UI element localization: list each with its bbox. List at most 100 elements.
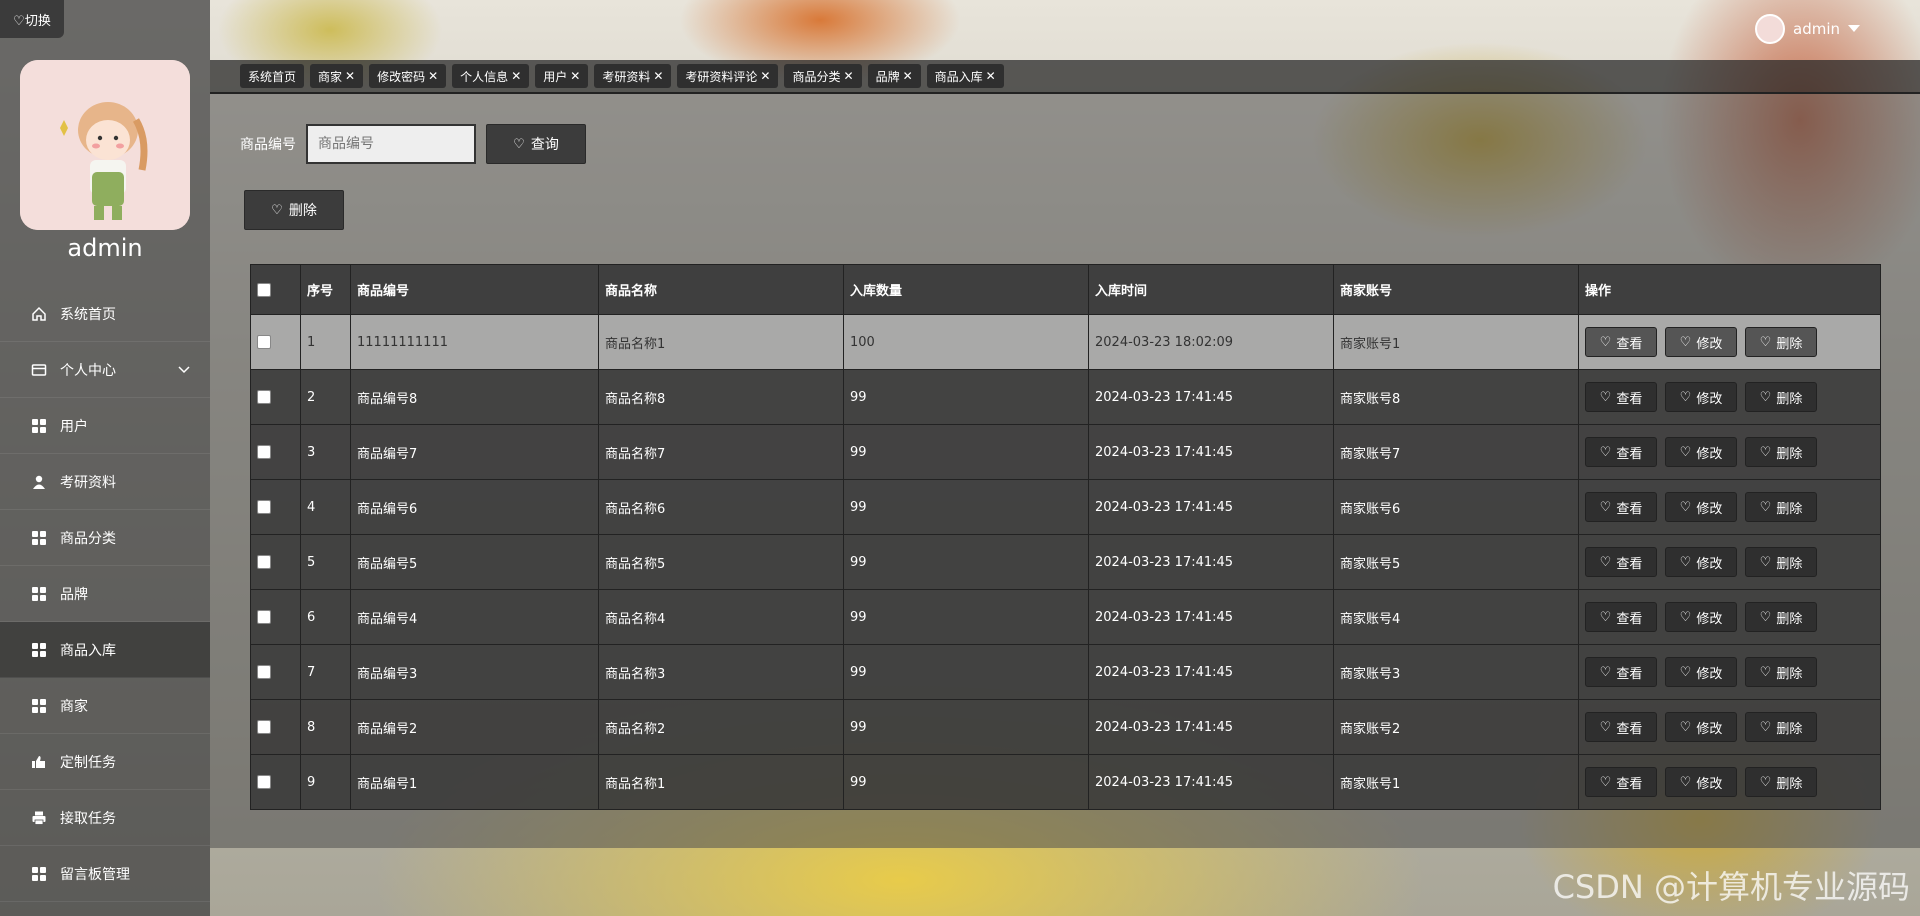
tab-product-stock-in[interactable]: 商品入库 ✕ [926,64,1004,88]
close-icon[interactable]: ✕ [986,69,996,83]
delete-row-button[interactable]: ♡ 删除 [1745,712,1817,742]
table-row[interactable]: 6 商品编号4 商品名称4 99 2024-03-23 17:41:45 商家账号4 ♡ 查看… [250,589,1881,645]
view-button[interactable]: ♡ 查看 [1585,767,1657,797]
sidebar-item-accepted-tasks[interactable]: 接取任务 [0,790,210,846]
sidebar-item-product-stock-in[interactable]: 商品入库 [0,622,210,678]
action-label: 查看 [1616,721,1643,737]
sidebar-item-message-board[interactable]: 留言板管理 [0,846,210,902]
edit-button[interactable]: ♡ 修改 [1665,382,1737,412]
heart-icon: ♡ [1599,609,1612,625]
heart-icon: ♡ [1759,444,1772,460]
sidebar-item-exam-materials[interactable]: 考研资料 [0,454,210,510]
actions-cell: ♡ 查看 ♡ 修改 ♡ 删除 [1578,369,1881,425]
table-cell: 商品编号8 [350,369,599,425]
close-icon[interactable]: ✕ [428,69,438,83]
row-checkbox[interactable] [257,610,271,624]
close-icon[interactable]: ✕ [570,69,580,83]
view-button[interactable]: ♡ 查看 [1585,712,1657,742]
sidebar-item-label: 考研资料 [60,474,116,491]
heart-icon: ♡ [1599,444,1612,460]
sidebar-item-brand[interactable]: 品牌 [0,566,210,622]
edit-button[interactable]: ♡ 修改 [1665,437,1737,467]
sidebar-item-home[interactable]: 系统首页 [0,286,210,342]
table-row[interactable]: 2 商品编号8 商品名称8 99 2024-03-23 17:41:45 商家账号8 ♡ 查看… [250,369,1881,425]
view-button[interactable]: ♡ 查看 [1585,547,1657,577]
thumb-icon [30,753,48,771]
sidebar-item-merchant[interactable]: 商家 [0,678,210,734]
table-row[interactable]: 5 商品编号5 商品名称5 99 2024-03-23 17:41:45 商家账号5 ♡ 查看… [250,534,1881,590]
edit-button[interactable]: ♡ 修改 [1665,767,1737,797]
row-checkbox[interactable] [257,775,271,789]
close-icon[interactable]: ✕ [903,69,913,83]
search-input[interactable] [306,124,476,164]
view-button[interactable]: ♡ 查看 [1585,382,1657,412]
select-all-checkbox[interactable] [257,282,271,297]
edit-button[interactable]: ♡ 修改 [1665,492,1737,522]
row-checkbox[interactable] [257,500,271,514]
close-icon[interactable]: ✕ [760,69,770,83]
delete-row-button[interactable]: ♡ 删除 [1745,327,1817,357]
delete-button[interactable]: ♡ 删除 [244,190,344,230]
view-button[interactable]: ♡ 查看 [1585,437,1657,467]
view-button[interactable]: ♡ 查看 [1585,492,1657,522]
top-bar: admin [210,0,1920,60]
row-checkbox[interactable] [257,665,271,679]
delete-row-button[interactable]: ♡ 删除 [1745,382,1817,412]
action-label: 删除 [1776,611,1803,627]
view-button[interactable]: ♡ 查看 [1585,657,1657,687]
row-checkbox[interactable] [257,555,271,569]
sidebar-item-users[interactable]: 用户 [0,398,210,454]
tab-brand[interactable]: 品牌 ✕ [867,64,921,88]
edit-button[interactable]: ♡ 修改 [1665,657,1737,687]
table-row[interactable]: 9 商品编号1 商品名称1 99 2024-03-23 17:41:45 商家账号1 ♡ 查看… [250,754,1881,810]
tab-home[interactable]: 系统首页 [240,64,305,88]
sidebar-item-product-category[interactable]: 商品分类 [0,510,210,566]
delete-row-button[interactable]: ♡ 删除 [1745,767,1817,797]
delete-row-button[interactable]: ♡ 删除 [1745,437,1817,467]
tab-merchant[interactable]: 商家 ✕ [310,64,364,88]
sidebar-item-personal-center[interactable]: 个人中心 [0,342,210,398]
delete-row-button[interactable]: ♡ 删除 [1745,547,1817,577]
table-row[interactable]: 1 11111111111 商品名称1 100 2024-03-23 18:02:09 商… [250,314,1881,370]
view-button[interactable]: ♡ 查看 [1585,327,1657,357]
table-row[interactable]: 3 商品编号7 商品名称7 99 2024-03-23 17:41:45 商家账号7 ♡ 查看… [250,424,1881,480]
delete-row-button[interactable]: ♡ 删除 [1745,492,1817,522]
delete-row-button[interactable]: ♡ 删除 [1745,657,1817,687]
close-icon[interactable]: ✕ [345,69,355,83]
chevron-down-icon [178,363,190,377]
action-label: 查看 [1616,666,1643,682]
row-checkbox[interactable] [257,335,271,349]
heart-icon: ♡ [1759,389,1772,405]
close-icon[interactable]: ✕ [653,69,663,83]
close-icon[interactable]: ✕ [844,69,854,83]
action-label: 修改 [1696,776,1723,792]
close-icon[interactable]: ✕ [511,69,521,83]
switch-button[interactable]: ♡切换 [0,0,64,38]
tab-label: 考研资料 [602,69,651,84]
view-button[interactable]: ♡ 查看 [1585,602,1657,632]
edit-button[interactable]: ♡ 修改 [1665,712,1737,742]
tab-change-password[interactable]: 修改密码 ✕ [369,64,447,88]
row-checkbox[interactable] [257,445,271,459]
tab-exam-materials[interactable]: 考研资料 ✕ [594,64,672,88]
query-button[interactable]: ♡ 查询 [486,124,586,164]
table-cell: 4 [300,479,351,535]
tab-product-category[interactable]: 商品分类 ✕ [784,64,862,88]
table-row[interactable]: 8 商品编号2 商品名称2 99 2024-03-23 17:41:45 商家账号2 ♡ 查看… [250,699,1881,755]
delete-row-button[interactable]: ♡ 删除 [1745,602,1817,632]
table-row[interactable]: 4 商品编号6 商品名称6 99 2024-03-23 17:41:45 商家账号6 ♡ 查看… [250,479,1881,535]
table-cell: 2024-03-23 17:41:45 [1088,479,1334,535]
row-select-cell [250,369,301,425]
row-checkbox[interactable] [257,720,271,734]
tab-users[interactable]: 用户 ✕ [535,64,589,88]
table-header-row: 序号 商品编号 商品名称 入库数量 入库时间 商家账号 操作 [250,264,1881,315]
tab-exam-material-comments[interactable]: 考研资料评论 ✕ [677,64,779,88]
tab-personal-info[interactable]: 个人信息 ✕ [452,64,530,88]
row-checkbox[interactable] [257,390,271,404]
edit-button[interactable]: ♡ 修改 [1665,547,1737,577]
edit-button[interactable]: ♡ 修改 [1665,602,1737,632]
sidebar-item-custom-tasks[interactable]: 定制任务 [0,734,210,790]
user-menu[interactable]: admin [1755,14,1860,44]
edit-button[interactable]: ♡ 修改 [1665,327,1737,357]
table-row[interactable]: 7 商品编号3 商品名称3 99 2024-03-23 17:41:45 商家账号3 ♡ 查看… [250,644,1881,700]
